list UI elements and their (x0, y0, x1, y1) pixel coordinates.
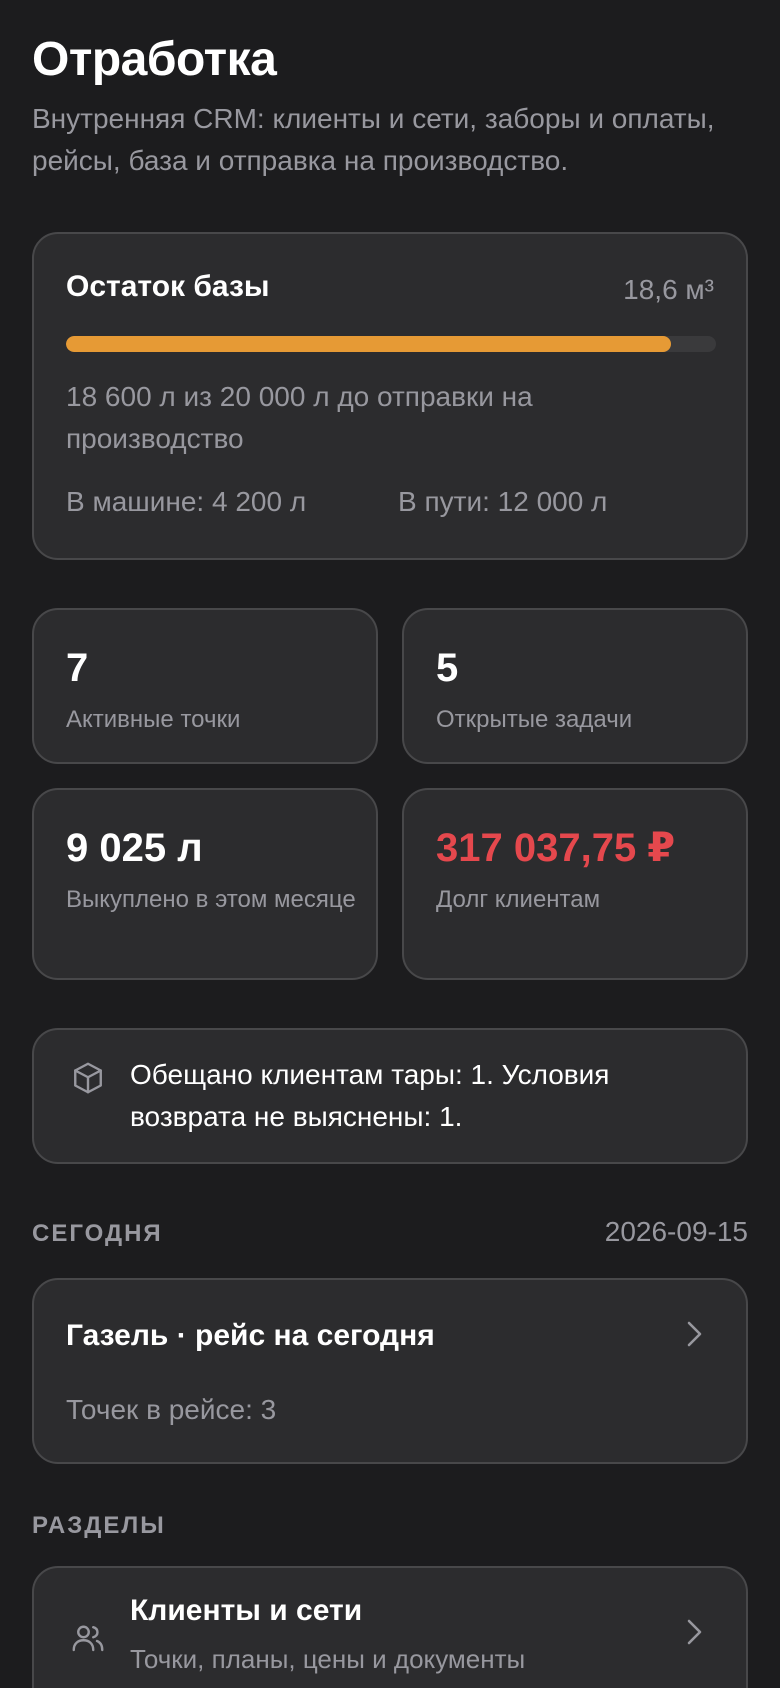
box-icon (70, 1060, 106, 1096)
stat-label: Выкуплено в этом месяце (66, 886, 356, 913)
stat-bought-this-month[interactable]: 9 025 л Выкуплено в этом месяце (32, 788, 378, 980)
chevron-right-icon (684, 1318, 706, 1350)
today-section-header: СЕГОДНЯ (32, 1220, 163, 1247)
in-transit-amount: В пути: 12 000 л (398, 486, 608, 517)
stat-open-tasks[interactable]: 5 Открытые задачи (402, 608, 748, 764)
base-stock-description: 18 600 л из 20 000 л до отправки на прои… (66, 381, 533, 454)
trip-points-count: Точек в рейсе: 3 (66, 1394, 277, 1425)
sections-header: РАЗДЕЛЫ (32, 1512, 166, 1539)
base-stock-card[interactable]: Остаток базы 18,6 м³ 18 600 л из 20 000 … (32, 232, 748, 560)
page-title: Отработка (32, 33, 277, 86)
stat-value: 317 037,75 ₽ (436, 826, 676, 870)
today-date: 2026-09-15 (604, 1216, 748, 1247)
users-icon (70, 1620, 106, 1656)
stat-label: Активные точки (66, 706, 241, 733)
base-stock-progress (66, 336, 716, 352)
stat-label: Долг клиентам (436, 886, 601, 913)
container-notice-card: Обещано клиентам тары: 1. Условия возвра… (32, 1028, 748, 1164)
trip-title: Газель · рейс на сегодня (66, 1319, 435, 1352)
base-stock-volume: 18,6 м³ (623, 274, 714, 305)
stat-value: 7 (66, 646, 89, 690)
in-truck-amount: В машине: 4 200 л (66, 486, 307, 517)
page-subtitle: Внутренняя CRM: клиенты и сети, заборы и… (32, 103, 715, 176)
stat-value: 5 (436, 646, 459, 690)
stat-value: 9 025 л (66, 826, 203, 870)
section-item-clients[interactable]: Клиенты и сети Точки, планы, цены и доку… (32, 1566, 748, 1688)
chevron-right-icon (684, 1616, 706, 1648)
base-stock-progress-fill (66, 336, 671, 352)
stat-active-points[interactable]: 7 Активные точки (32, 608, 378, 764)
stat-client-debt[interactable]: 317 037,75 ₽ Долг клиентам (402, 788, 748, 980)
today-trip-card[interactable]: Газель · рейс на сегодня Точек в рейсе: … (32, 1278, 748, 1464)
base-stock-title: Остаток базы (66, 270, 270, 303)
notice-text: Обещано клиентам тары: 1. Условия возвра… (130, 1059, 610, 1132)
section-item-title: Клиенты и сети (130, 1594, 363, 1627)
section-item-subtitle: Точки, планы, цены и документы (130, 1644, 526, 1674)
stat-label: Открытые задачи (436, 706, 633, 733)
